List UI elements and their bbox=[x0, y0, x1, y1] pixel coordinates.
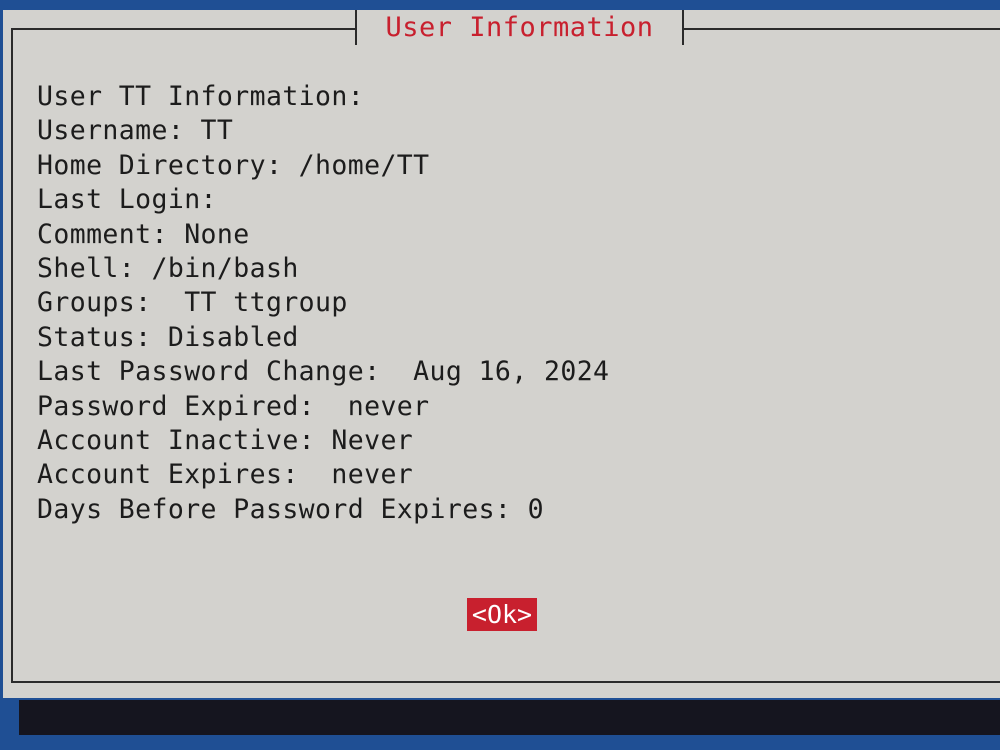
info-username: Username: TT bbox=[37, 115, 234, 147]
info-account-expires: Account Expires: never bbox=[37, 459, 414, 491]
user-info-list: User TT Information: Username: TT Home D… bbox=[37, 80, 609, 527]
dialog-title-box: User Information bbox=[355, 10, 684, 45]
dialog-shadow bbox=[19, 700, 1000, 735]
info-last-password-change: Last Password Change: Aug 16, 2024 bbox=[37, 356, 610, 388]
ok-button[interactable]: <Ok> bbox=[467, 598, 537, 631]
info-groups: Groups: TT ttgroup bbox=[37, 287, 348, 319]
screen-background-top bbox=[0, 0, 1000, 10]
screen-background-bottom bbox=[0, 735, 1000, 750]
info-password-expired: Password Expired: never bbox=[37, 390, 430, 422]
info-status: Status: Disabled bbox=[37, 321, 299, 353]
info-heading: User TT Information: bbox=[37, 81, 365, 112]
info-home-directory: Home Directory: /home/TT bbox=[37, 149, 430, 181]
info-shell: Shell: /bin/bash bbox=[37, 252, 299, 284]
info-last-login: Last Login: bbox=[37, 184, 217, 216]
info-comment: Comment: None bbox=[37, 218, 250, 250]
dialog-title: User Information bbox=[385, 12, 654, 43]
info-days-before-password-expires: Days Before Password Expires: 0 bbox=[37, 493, 544, 525]
info-account-inactive: Account Inactive: Never bbox=[37, 424, 414, 456]
